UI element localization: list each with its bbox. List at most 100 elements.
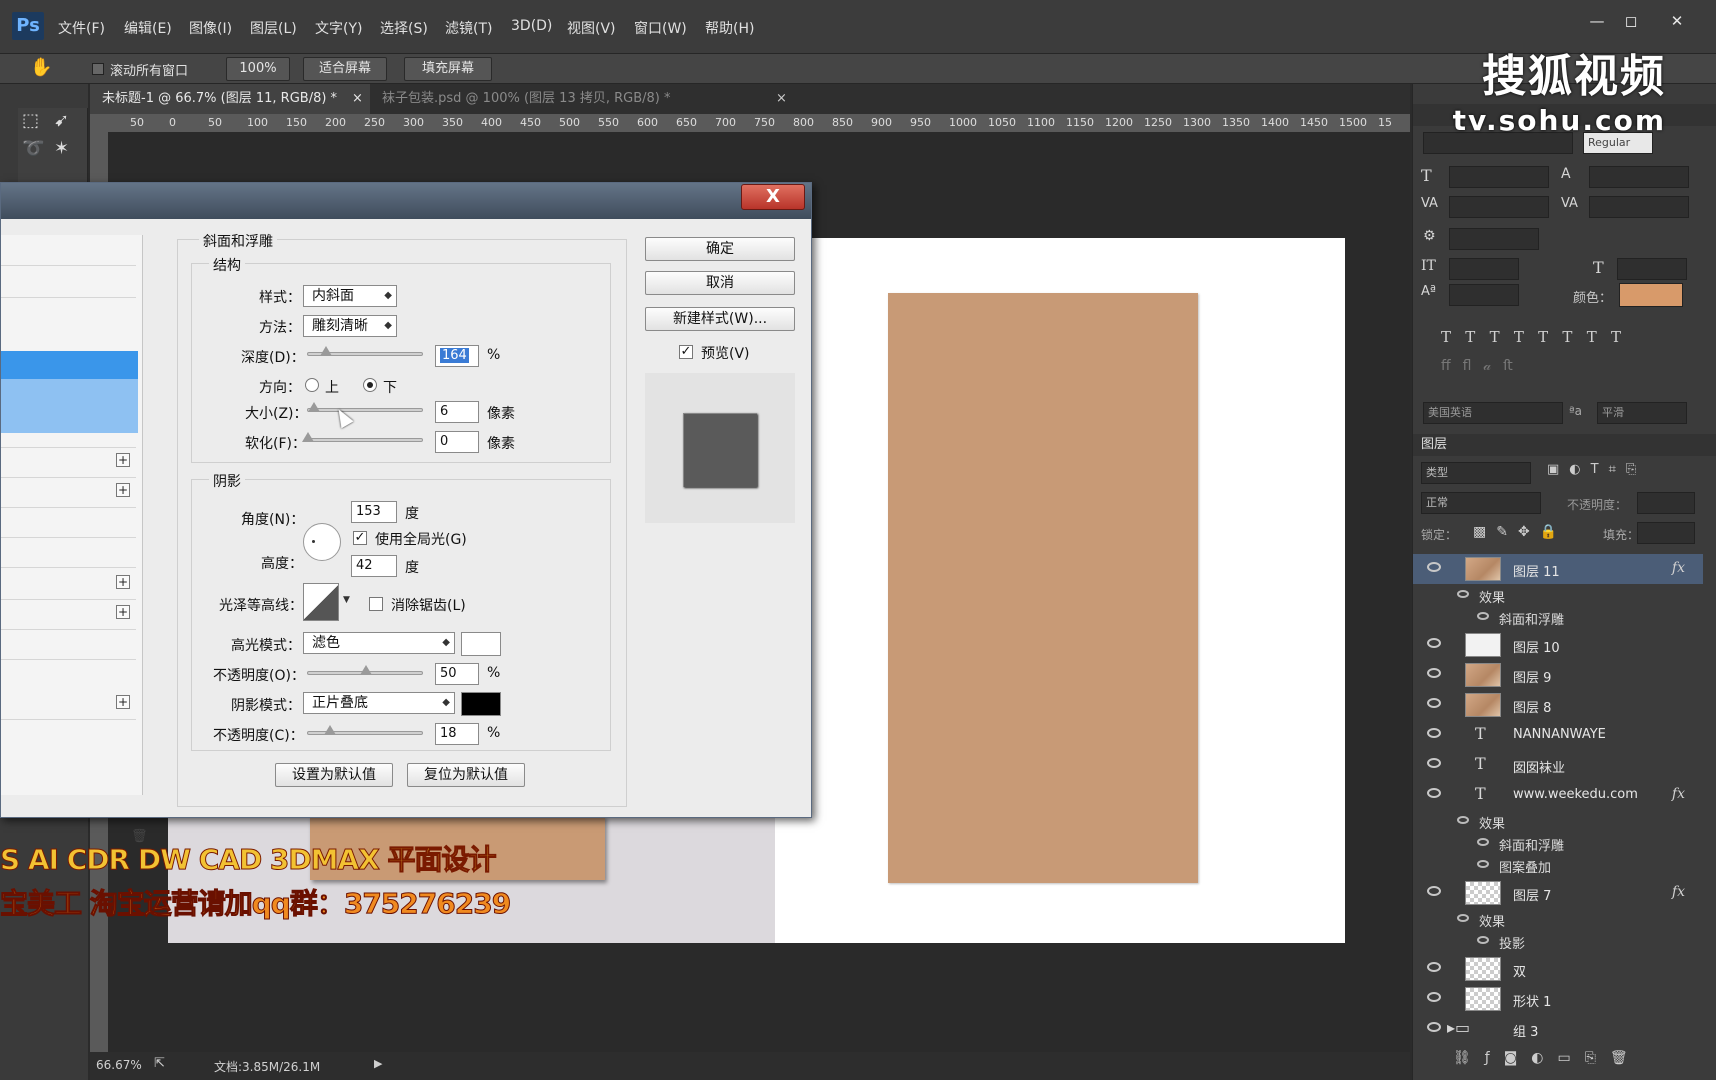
layer-effect-row[interactable]: 投影 [1477,930,1716,952]
menu-window[interactable]: 窗口(W) [634,18,687,38]
shadow-opacity-input[interactable]: 18 [435,723,479,745]
layer-filter-icons[interactable]: ▣◐T⌗⎘ [1547,462,1646,477]
layer-effect-row[interactable]: 效果 [1457,908,1716,930]
close-window-icon[interactable]: ✕ [1660,10,1694,32]
eye-icon[interactable] [1427,562,1441,572]
shadow-mode-select[interactable]: 正片叠底 ◆ [303,692,455,714]
eye-icon[interactable] [1427,886,1441,896]
soften-input[interactable]: 0 [435,431,479,453]
zoom-readout[interactable]: 66.67% [96,1058,142,1072]
fx-icon[interactable]: fx [1672,884,1685,900]
fill-field[interactable] [1637,522,1695,544]
marquee-tool-icon[interactable]: ⬚ [22,110,39,131]
menu-filter[interactable]: 滤镜(T) [445,18,492,38]
lasso-tool-icon[interactable]: ➰ [22,138,44,159]
eye-icon[interactable] [1477,936,1489,944]
shadow-color-swatch[interactable] [461,692,501,716]
highlight-color-swatch[interactable] [461,632,501,656]
lock-icons[interactable]: ▩✎✥🔒 [1473,524,1567,540]
layer-row[interactable]: 形状 1 [1413,984,1703,1014]
hand-tool-icon[interactable]: ✋ [30,57,52,78]
eye-icon[interactable] [1457,914,1469,922]
layer-row[interactable]: 双 [1413,954,1703,984]
tab-close-icon[interactable]: × [776,84,787,114]
add-style-icon[interactable]: + [116,453,130,467]
size-slider[interactable] [307,402,423,412]
gloss-contour-picker[interactable] [303,583,339,621]
slider-handle[interactable] [320,346,332,356]
zoom-100-button[interactable]: 100% [226,57,290,81]
layer-row[interactable]: 图层 11 fx [1413,554,1703,584]
highlight-mode-select[interactable]: 滤色 ◆ [303,632,455,654]
highlight-opacity-slider[interactable] [307,665,423,675]
fit-screen-button[interactable]: 适合屏幕 [303,57,387,81]
menu-edit[interactable]: 编辑(E) [124,18,172,38]
eye-icon[interactable] [1427,638,1441,648]
play-arrow-icon[interactable]: ▶ [374,1057,382,1070]
antialias-checkbox[interactable] [369,597,383,611]
layer-row[interactable]: 图层 8 [1413,690,1703,720]
bevel-style-select[interactable]: 内斜面 ◆ [303,285,397,307]
add-style-icon[interactable]: + [116,483,130,497]
menu-select[interactable]: 选择(S) [380,18,428,38]
leading-field[interactable] [1589,166,1689,188]
angle-input[interactable]: 153 [351,501,397,523]
layer-row[interactable]: 图层 9 [1413,660,1703,690]
blend-mode-select[interactable]: 正常 [1421,492,1541,514]
layer-effect-row[interactable]: 效果 [1457,810,1716,832]
direction-up-radio[interactable] [305,378,319,392]
dialog-titlebar[interactable]: X [1,183,811,219]
direction-down-radio[interactable] [363,378,377,392]
dialog-close-button[interactable]: X [741,184,805,210]
baseline-shift-field[interactable] [1449,284,1519,306]
shadow-opacity-slider[interactable] [307,725,423,735]
menu-layer[interactable]: 图层(L) [250,18,297,38]
layer-row[interactable]: 图层 10 [1413,630,1703,660]
global-light-checkbox[interactable]: ✓ [353,531,367,545]
fill-screen-button[interactable]: 填充屏幕 [404,57,492,81]
eye-icon[interactable] [1427,992,1441,1002]
add-style-icon[interactable]: + [116,605,130,619]
add-style-icon[interactable]: + [116,695,130,709]
menu-image[interactable]: 图像(I) [189,18,232,38]
layer-effect-row[interactable]: 斜面和浮雕 [1477,832,1716,854]
eye-icon[interactable] [1427,758,1441,768]
eye-icon[interactable] [1477,612,1489,620]
fx-icon[interactable]: fx [1672,786,1685,802]
eye-icon[interactable] [1427,1022,1441,1032]
style-item-contour-texture[interactable] [1,379,138,433]
menu-help[interactable]: 帮助(H) [705,18,754,38]
eye-icon[interactable] [1457,816,1469,824]
antialias-select[interactable]: 平滑 [1597,402,1687,424]
tab-untitled[interactable]: 未标题-1 @ 66.7% (图层 11, RGB/8) * × [90,84,370,114]
eye-icon[interactable] [1457,590,1469,598]
eye-icon[interactable] [1427,728,1441,738]
menu-3d[interactable]: 3D(D) [511,18,552,34]
slider-handle[interactable] [302,432,314,442]
soften-slider[interactable] [302,432,423,442]
export-icon[interactable]: ⇱ [154,1056,165,1071]
eye-icon[interactable] [1477,838,1489,846]
chevron-down-icon[interactable]: ▼ [343,595,350,605]
layer-effect-row[interactable]: 图案叠加 [1477,854,1716,876]
cancel-button[interactable]: 取消 [645,271,795,295]
set-default-button[interactable]: 设置为默认值 [275,763,393,787]
technique-select[interactable]: 雕刻清晰 ◆ [303,315,397,337]
opacity-field[interactable] [1637,492,1695,514]
highlight-opacity-input[interactable]: 50 [435,663,479,685]
kerning-field[interactable] [1449,196,1549,218]
eye-icon[interactable] [1427,788,1441,798]
maximize-icon[interactable]: ◻ [1614,10,1648,32]
minimize-icon[interactable]: — [1580,10,1614,32]
slider-handle[interactable] [324,725,336,735]
layer-filter-select[interactable]: 类型 [1421,462,1531,484]
reset-default-button[interactable]: 复位为默认值 [407,763,525,787]
scroll-all-checkbox[interactable] [92,63,104,75]
layer-row[interactable]: T 囡囡袜业 [1413,750,1703,780]
preview-checkbox[interactable]: ✓ [679,345,693,359]
menu-file[interactable]: 文件(F) [58,18,105,38]
eye-icon[interactable] [1427,668,1441,678]
depth-slider[interactable] [307,346,423,356]
layer-footer-icons[interactable]: ⛓ƒ◙◐▭⎘🗑 [1453,1050,1642,1066]
add-style-icon[interactable]: + [116,575,130,589]
